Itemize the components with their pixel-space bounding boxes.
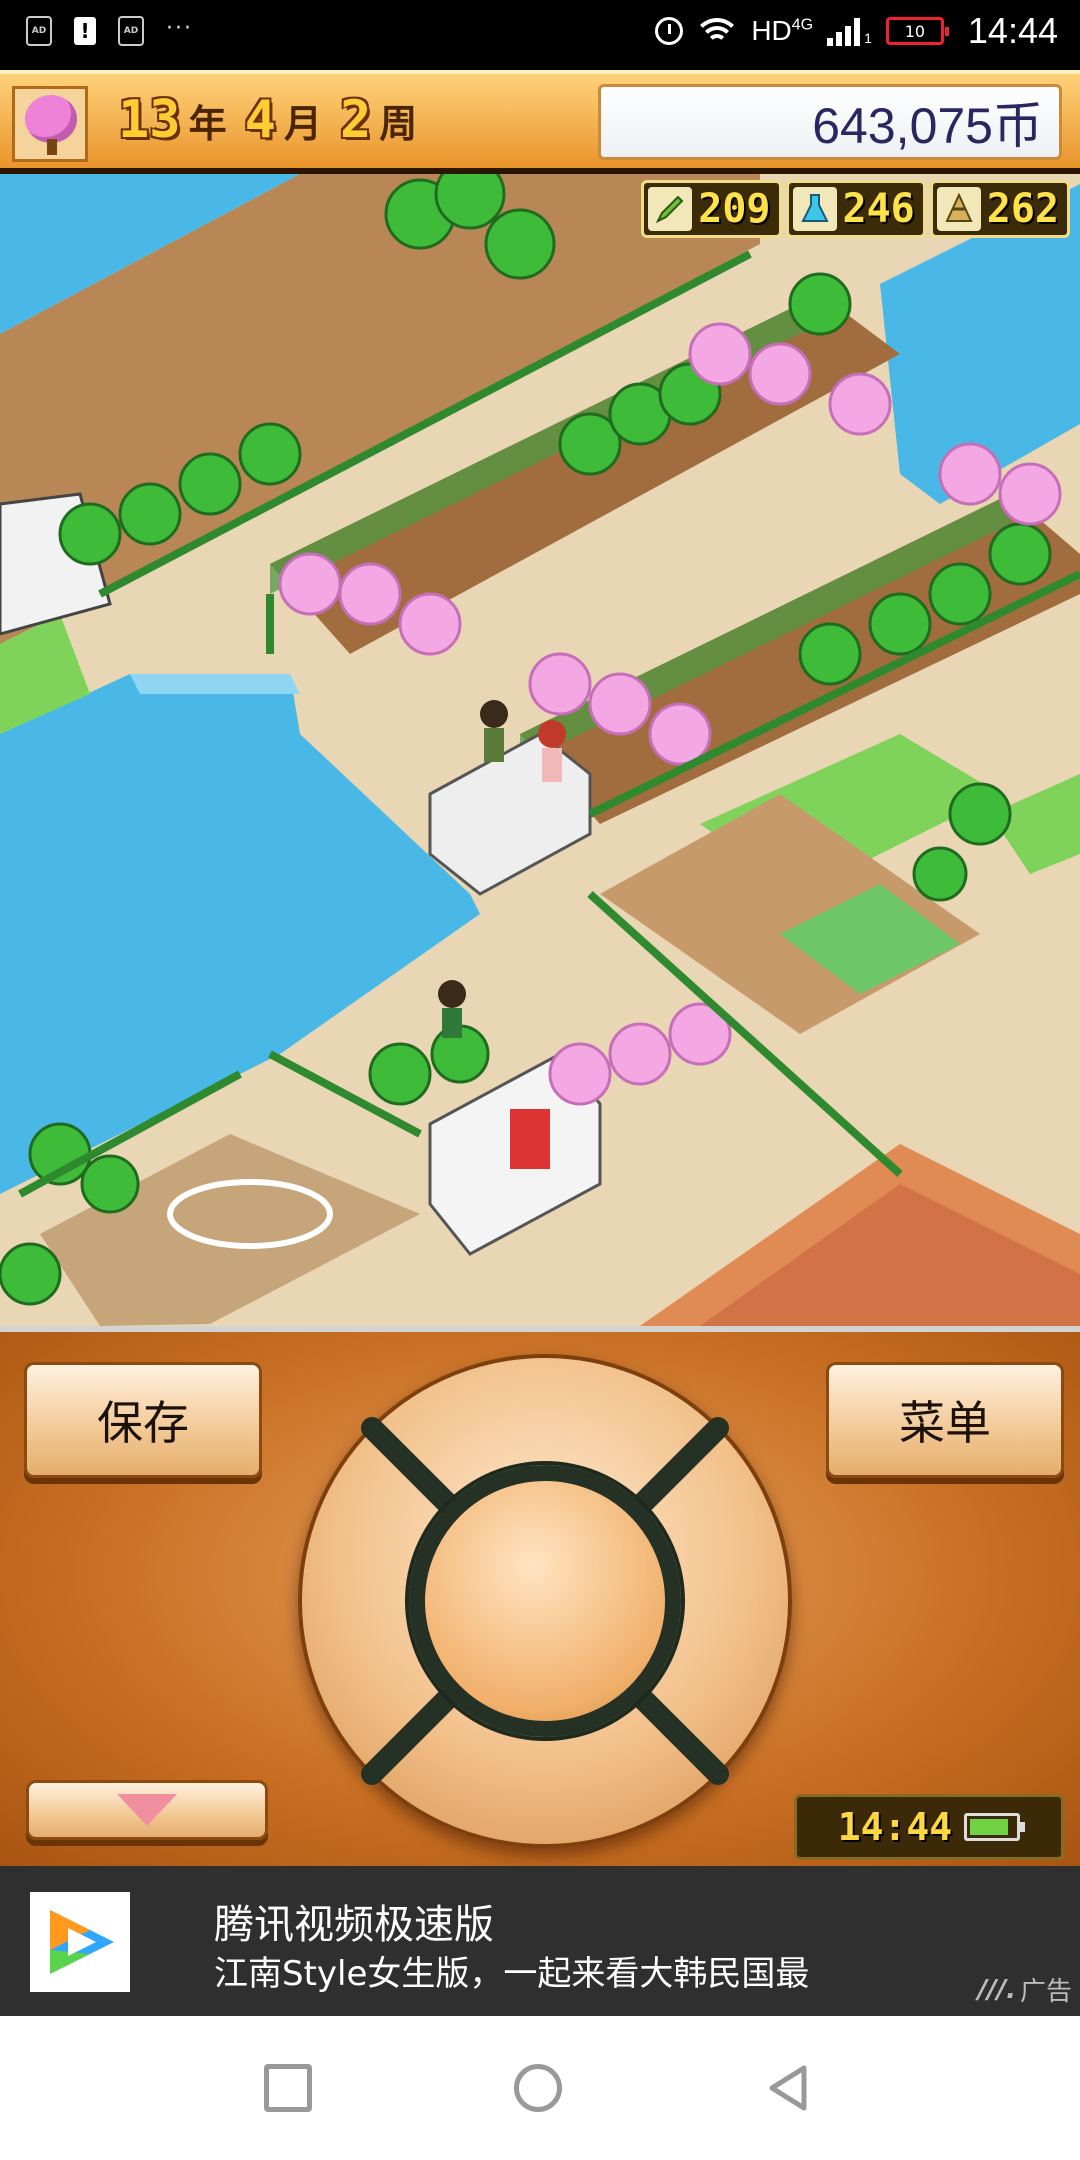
more-notifications-icon: ··· <box>166 15 193 41</box>
zoo-map[interactable]: 209 246 262 <box>0 174 1080 1326</box>
wifi-icon <box>697 16 738 46</box>
alarm-icon <box>655 17 684 45</box>
pencil-icon <box>648 187 693 231</box>
month-number: 4 <box>244 90 276 150</box>
alert-notification-icon: ! <box>74 17 96 45</box>
menu-button[interactable]: 菜单 <box>826 1362 1064 1478</box>
game-clock-time: 14:44 <box>837 1805 953 1849</box>
ad-banner[interactable]: 腾讯视频极速版 江南Style女生版，一起来看大韩民国最 ///. 广告 <box>0 1866 1080 2016</box>
ad-title[interactable]: 腾讯视频极速版 <box>214 1892 494 1950</box>
week-unit: 周 <box>379 102 418 146</box>
pencil-count: 209 <box>698 186 771 232</box>
battery-level: 10 <box>904 21 926 41</box>
triangle-down-icon <box>117 1794 177 1826</box>
navigation-bar <box>0 2016 1080 2160</box>
controller-panel: 保存 菜单 14:44 <box>0 1326 1080 1866</box>
recents-button[interactable] <box>264 2064 312 2112</box>
save-button[interactable]: 保存 <box>24 1362 262 1478</box>
status-bar: AD ! AD ··· HD4G 1 10 14:44 <box>0 0 1080 70</box>
battery-icon: 10 <box>885 17 949 45</box>
month-unit: 月 <box>283 102 322 146</box>
cone-count: 262 <box>986 186 1059 232</box>
game-date: 13 年 4 月 2 周 <box>118 90 427 150</box>
toggle-panel-button[interactable] <box>26 1780 268 1840</box>
cone-icon <box>936 187 981 231</box>
flask-icon <box>792 187 837 231</box>
ad-mark-icon: ///. <box>977 1974 1016 2005</box>
resource-counters: 209 246 262 <box>641 180 1070 238</box>
screen: AD ! AD ··· HD4G 1 10 14:44 13 年 4 月 2 周… <box>0 0 1080 2160</box>
game-clock: 14:44 <box>794 1794 1064 1860</box>
resource-pencil: 209 <box>641 180 782 238</box>
flask-count: 246 <box>842 186 915 232</box>
dpad-center-button[interactable] <box>409 1465 681 1737</box>
cherry-tree-icon[interactable] <box>12 86 88 162</box>
status-time: 14:44 <box>967 10 1058 51</box>
resource-flask: 246 <box>785 180 926 238</box>
year-number: 13 <box>118 90 181 150</box>
zoo-map-scene <box>0 174 1080 1326</box>
game-header: 13 年 4 月 2 周 643,075币 <box>0 70 1080 174</box>
signal-icon <box>827 16 861 46</box>
ad-notification-icon-2: AD <box>118 16 144 46</box>
ad-subtitle[interactable]: 江南Style女生版，一起来看大韩民国最 <box>214 1946 809 1995</box>
money-display: 643,075币 <box>598 84 1062 160</box>
back-button[interactable] <box>764 2064 812 2112</box>
ad-tag-text: 广告 <box>1019 1977 1072 2007</box>
resource-cone: 262 <box>929 180 1070 238</box>
sim-slot-label: 1 <box>864 30 872 46</box>
tencent-video-logo[interactable] <box>30 1892 130 1992</box>
ad-notification-icon: AD <box>26 16 52 46</box>
home-button[interactable] <box>514 2064 562 2112</box>
week-number: 2 <box>339 90 372 150</box>
year-unit: 年 <box>188 102 227 146</box>
network-indicator: HD4G <box>751 15 814 46</box>
directional-pad[interactable] <box>298 1354 792 1848</box>
game-battery-icon <box>964 1813 1026 1841</box>
ad-label: ///. 广告 <box>978 1971 1072 2008</box>
